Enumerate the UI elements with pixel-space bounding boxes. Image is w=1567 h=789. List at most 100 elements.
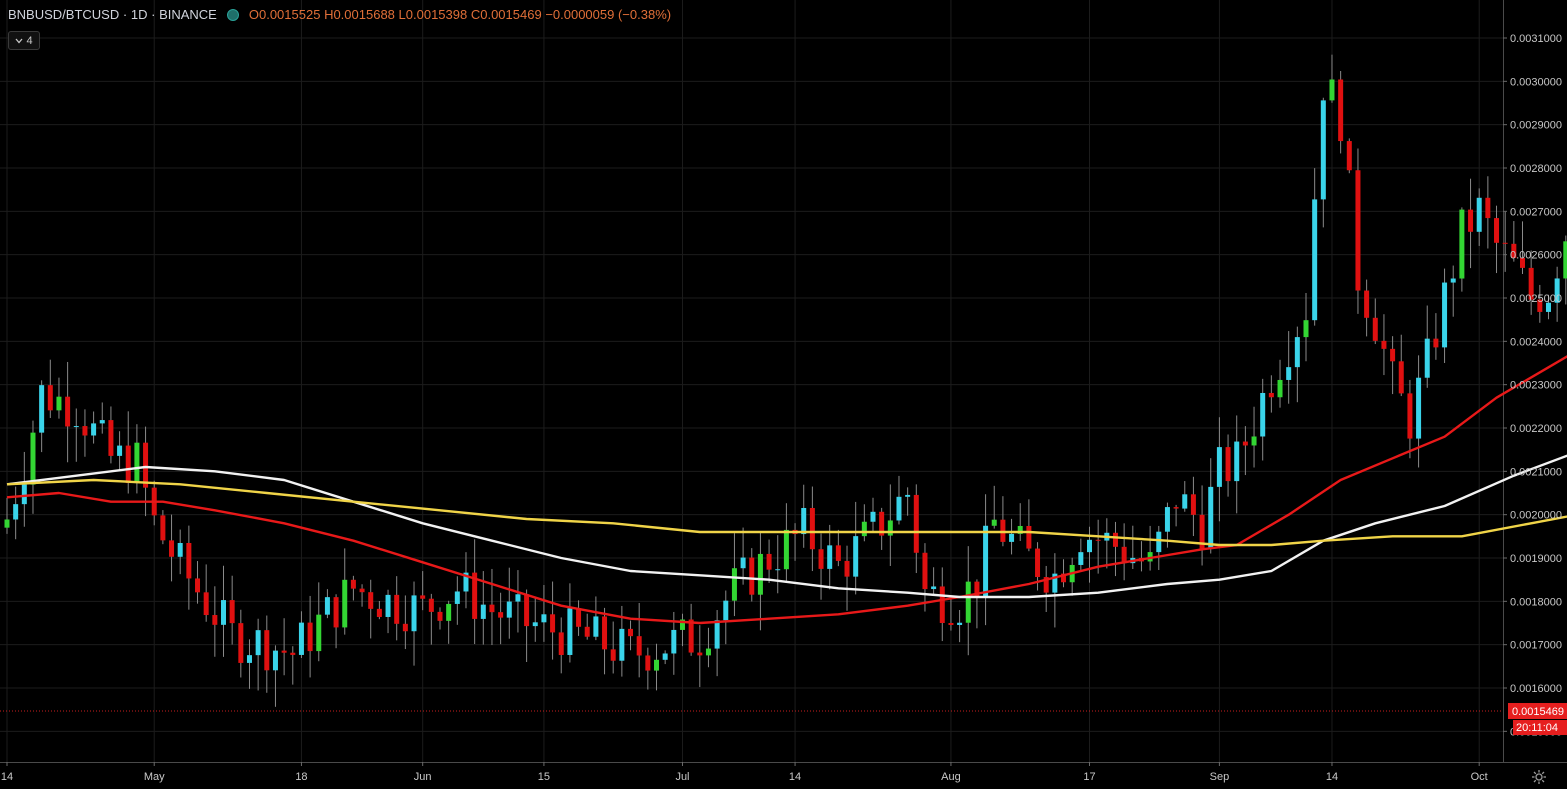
candle-body <box>835 545 841 561</box>
candle-body <box>47 385 53 411</box>
candle-body <box>316 614 322 652</box>
candle-body <box>30 432 36 485</box>
gear-icon[interactable] <box>1531 769 1547 785</box>
candle-body <box>307 622 313 652</box>
candle-body <box>238 623 244 663</box>
symbol-name[interactable]: BNBUSD/BTCUSD <box>8 7 119 22</box>
change-value: −0.0000059 (−0.38%) <box>545 7 672 22</box>
candle-body <box>359 588 365 593</box>
close-value: C0.0015469 <box>470 7 542 22</box>
candle-body <box>195 578 201 593</box>
candle-body <box>143 442 149 488</box>
candle-body <box>73 426 79 428</box>
candle-body <box>1173 507 1179 509</box>
candle-body <box>636 636 642 656</box>
candle-body <box>437 611 443 621</box>
candle-body <box>1000 519 1006 542</box>
candle-body <box>342 579 348 628</box>
candle-body <box>1355 170 1361 291</box>
x-axis-tick-label: May <box>144 771 165 783</box>
candle-body <box>117 445 123 456</box>
x-axis-tick-label: 14 <box>789 771 801 783</box>
price-chart[interactable]: 0.0031000 0.0030000 0.0029000 0.0028000 0.00… <box>0 0 1567 789</box>
candle-body <box>428 598 434 612</box>
candle-body <box>4 519 10 528</box>
candle-body <box>454 591 460 604</box>
candle-body <box>558 632 564 655</box>
candle-body <box>714 620 720 649</box>
candle-body <box>939 586 945 623</box>
candle-body <box>1087 539 1092 553</box>
candle-body <box>99 420 105 424</box>
last-price-label: 0.0015469 <box>1512 706 1564 718</box>
candle-body <box>524 594 530 627</box>
y-axis-tick-label: 0.0017000 <box>1510 640 1562 652</box>
interval-label[interactable]: 1D <box>131 7 148 22</box>
candle-body <box>983 525 989 597</box>
candle-body <box>1182 494 1188 509</box>
candle-body <box>1242 441 1248 446</box>
indicators-toggle-button[interactable]: 4 <box>8 31 40 50</box>
candle-body <box>229 600 235 624</box>
candle-body <box>619 628 625 661</box>
candle-body <box>134 442 140 484</box>
y-axis-tick-label: 0.0029000 <box>1510 120 1562 132</box>
candle-body <box>446 603 452 621</box>
x-axis-tick-label: Jul <box>675 771 689 783</box>
y-axis-tick-label: 0.0027000 <box>1510 206 1562 218</box>
candle-body <box>212 615 218 625</box>
x-axis-tick-label: 14 <box>1326 771 1338 783</box>
market-status-icon <box>226 8 239 21</box>
candle-body <box>1312 199 1318 321</box>
candle-body <box>809 507 815 550</box>
candle-body <box>1476 197 1482 232</box>
candle-body <box>1216 447 1222 487</box>
candle-body <box>82 426 88 436</box>
candle-body <box>957 622 963 625</box>
candle-body <box>567 608 573 655</box>
separator: · <box>122 7 128 22</box>
x-axis-tick-label: Sep <box>1210 771 1230 783</box>
y-axis-tick-label: 0.0018000 <box>1510 596 1562 608</box>
y-axis-tick-label: 0.0024000 <box>1510 336 1562 348</box>
indicators-count: 4 <box>26 34 33 47</box>
candle-body <box>1442 282 1448 348</box>
candle-body <box>1364 290 1370 318</box>
candle-body <box>1190 494 1196 515</box>
candle-body <box>1398 361 1404 394</box>
candle-body <box>1346 141 1352 171</box>
candle-body <box>1485 197 1491 219</box>
candle-body <box>628 628 634 637</box>
candle-body <box>39 385 45 433</box>
candle-body <box>965 581 971 623</box>
candle-body <box>749 557 755 595</box>
candle-body <box>775 569 781 571</box>
x-axis-tick-label: Jun <box>414 771 432 783</box>
candle-body <box>1234 441 1240 482</box>
separator: · <box>151 7 156 22</box>
candle-body <box>1563 241 1567 279</box>
symbol-legend: BNBUSD/BTCUSD · 1D · BINANCE O0.0015525 … <box>8 7 671 22</box>
candle-body <box>498 612 504 618</box>
candle-body <box>21 484 27 505</box>
candle-body <box>801 507 807 535</box>
candle-body <box>688 619 694 653</box>
candle-body <box>272 650 278 671</box>
candle-body <box>887 520 893 536</box>
candle-body <box>1260 392 1266 437</box>
candle-body <box>662 653 668 660</box>
candle-body <box>931 586 937 590</box>
candle-body <box>1494 218 1500 243</box>
candle-body <box>125 445 131 484</box>
candle-body <box>1156 531 1162 553</box>
candle-body <box>1303 320 1309 338</box>
x-axis-tick-label: 18 <box>295 771 307 783</box>
candle-body <box>905 494 911 497</box>
candle-body <box>1121 546 1127 564</box>
candle-body <box>333 597 339 628</box>
candle-body <box>1095 539 1101 541</box>
y-axis-tick-label: 0.0019000 <box>1510 553 1562 565</box>
candle-body <box>402 623 408 632</box>
candle-body <box>56 396 62 411</box>
candle-body <box>298 622 304 655</box>
